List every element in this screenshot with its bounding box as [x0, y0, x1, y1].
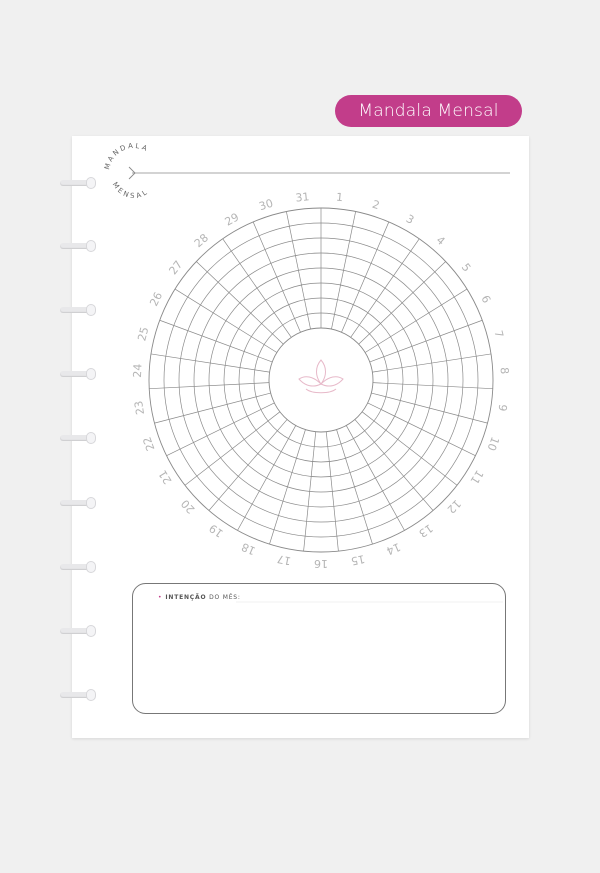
- mandala-spoke: [336, 429, 373, 545]
- svg-text:MANDALA: MANDALA: [103, 142, 150, 171]
- mandala-spoke: [174, 288, 278, 353]
- mandala-day-label: 21: [156, 468, 174, 487]
- mandala-spoke: [361, 411, 458, 486]
- mandala-day-label: 22: [140, 435, 157, 453]
- mandala-day-label: 2: [371, 198, 382, 212]
- mandala-ring: [253, 312, 389, 448]
- mandala-day-label: 17: [276, 552, 292, 568]
- mandala-spoke: [358, 261, 446, 345]
- mandala-spoke: [208, 419, 288, 511]
- logo-top-text: MANDALA: [103, 142, 148, 171]
- mandala-day-label: 8: [498, 367, 511, 375]
- mandala-day-label: 30: [257, 197, 274, 214]
- mandala-day-label: 13: [416, 521, 435, 540]
- mandala-spoke: [269, 429, 306, 545]
- intention-label-bold: INTENÇÃO: [165, 594, 207, 601]
- mandala-day-label: 14: [384, 540, 402, 557]
- mandala-day-label: 3: [404, 212, 416, 227]
- mandala-spoke: [150, 353, 270, 373]
- lotus-icon: [298, 359, 344, 394]
- mandala-day-label: 26: [147, 290, 165, 308]
- mandala-spoke: [354, 419, 434, 511]
- mandala-spoke: [372, 353, 492, 373]
- mandala-day-label: 23: [132, 400, 147, 416]
- mandala-day-label: 12: [444, 497, 463, 516]
- mandala-day-label: 9: [495, 403, 509, 412]
- mandala-spoke: [286, 211, 311, 330]
- logo-bottom-text: MENSAL: [111, 181, 148, 200]
- mandala-day-label: 11: [468, 468, 486, 487]
- mandala-day-label: 18: [240, 540, 258, 557]
- mandala-ring: [268, 327, 374, 433]
- mandala-day-label: 28: [192, 231, 211, 250]
- mandala-spoke: [196, 261, 284, 345]
- mandala-day-label: 29: [223, 210, 242, 228]
- mandala-spoke: [331, 211, 356, 330]
- mandala-grid: [148, 207, 494, 553]
- mandala-spoke: [371, 392, 488, 424]
- intention-box: [132, 583, 506, 714]
- mandala-spoke: [369, 319, 483, 363]
- mandala-day-label: 27: [166, 258, 185, 277]
- mandala-day-label: 10: [485, 435, 502, 453]
- mandala-day-label: 5: [459, 261, 474, 274]
- intention-label: • INTENÇÃO DO MÊS:: [158, 594, 241, 601]
- mandala-spoke: [341, 221, 390, 333]
- mandala-spoke: [364, 288, 468, 353]
- intention-label-rest: DO MÊS:: [206, 594, 241, 601]
- mandala-spoke: [159, 319, 273, 363]
- mandala-spoke: [154, 392, 271, 424]
- mandala-day-label: 20: [179, 497, 198, 516]
- mandala-day-label: 7: [492, 329, 506, 339]
- mandala-day-label: 4: [434, 234, 448, 248]
- mandala-day-label: 31: [295, 190, 310, 204]
- mandala-day-label: 19: [207, 521, 226, 540]
- mandala-spoke: [252, 221, 301, 333]
- intention-bullet: •: [158, 594, 163, 601]
- mandala-day-label: 1: [335, 191, 343, 205]
- mandala-day-label: 15: [350, 552, 366, 568]
- svg-text:MENSAL: MENSAL: [111, 181, 151, 200]
- page-artwork: MANDALA MENSAL 1234567891011121314151617…: [103, 142, 511, 714]
- mandala-day-label: 6: [478, 293, 493, 305]
- mandala-day-label: 16: [314, 557, 328, 570]
- mandala-spoke: [184, 411, 281, 486]
- mandala-day-label: 24: [131, 363, 145, 378]
- mandala-day-label: 25: [135, 326, 151, 343]
